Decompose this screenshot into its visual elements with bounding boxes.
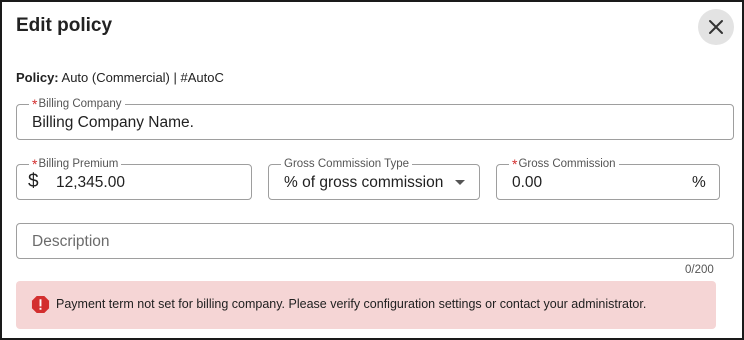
gross-commission-value: 0.00 [512, 174, 543, 191]
gross-commission-type-select[interactable]: Gross Commission Type % of gross commiss… [268, 158, 480, 200]
policy-label: Policy: [16, 70, 59, 85]
gross-commission-label: *Gross Commission [509, 156, 619, 172]
billing-company-field[interactable]: *Billing Company Billing Company Name. [16, 97, 734, 140]
edit-policy-dialog: Edit policy Policy: Auto (Commercial) | … [0, 0, 744, 340]
billing-company-label: *Billing Company [29, 96, 125, 112]
currency-symbol: $ [28, 171, 39, 192]
close-icon [709, 20, 723, 34]
description-placeholder: Description [32, 233, 110, 250]
description-char-counter: 0/200 [685, 264, 714, 276]
description-field[interactable]: Description [16, 223, 734, 259]
gross-commission-type-value: % of gross commission [284, 174, 444, 191]
gross-commission-type-label: Gross Commission Type [281, 158, 413, 171]
percent-suffix: % [692, 174, 706, 191]
error-alert: Payment term not set for billing company… [16, 281, 716, 329]
close-button[interactable] [698, 9, 734, 45]
alert-message: Payment term not set for billing company… [56, 297, 647, 311]
required-mark: * [32, 96, 38, 112]
dialog-title: Edit policy [16, 15, 113, 36]
billing-premium-field[interactable]: *Billing Premium $ 12,345.00 [16, 157, 252, 200]
required-mark: * [32, 156, 38, 172]
billing-premium-label: *Billing Premium [29, 156, 122, 172]
error-icon [31, 295, 50, 314]
required-mark: * [512, 156, 518, 172]
billing-premium-value: 12,345.00 [56, 174, 125, 191]
billing-company-value: Billing Company Name. [32, 114, 194, 131]
policy-value: Auto (Commercial) | #AutoC [61, 70, 224, 85]
gross-commission-field[interactable]: *Gross Commission 0.00 % [496, 157, 720, 200]
policy-info: Policy: Auto (Commercial) | #AutoC [16, 70, 224, 85]
caret-down-icon [455, 180, 465, 185]
